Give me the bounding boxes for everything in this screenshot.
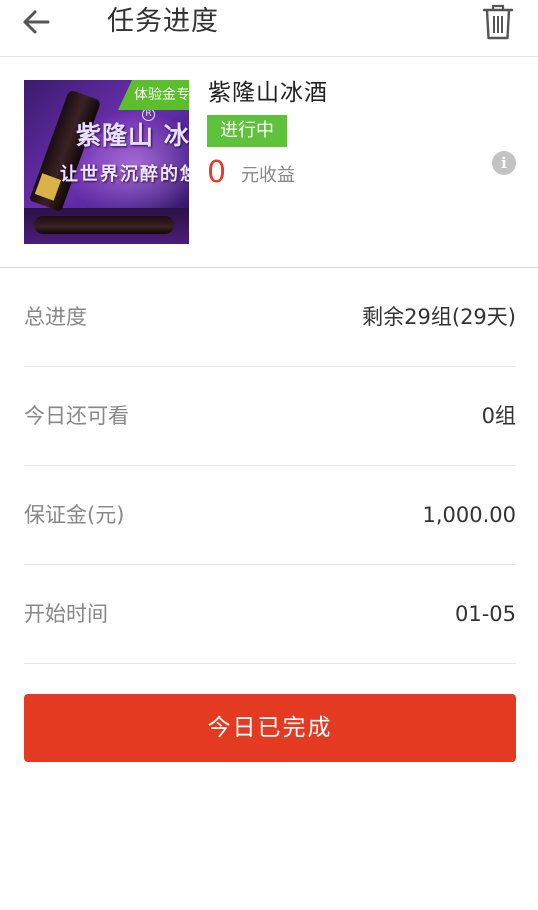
completed-today-button[interactable]: 今日已完成 [24, 694, 516, 762]
earnings-value: 0 [207, 155, 227, 190]
detail-row-deposit: 保证金(元) 1,000.00 [24, 466, 516, 565]
start-time-label: 开始时间 [24, 602, 108, 626]
product-name: 紫隆山冰酒 [208, 80, 328, 106]
status-badge: 进行中 [207, 115, 287, 147]
today-remaining-value: 0组 [481, 404, 516, 428]
detail-list: 总进度 剩余29组(29天) 今日还可看 0组 保证金(元) 1,000.00 … [24, 268, 516, 664]
deposit-label: 保证金(元) [24, 503, 125, 527]
detail-row-today-remaining: 今日还可看 0组 [24, 367, 516, 466]
task-progress-page: 任务进度 紫隆山 冰 R 让世界沉醉的悠 体验金专 紫隆山冰酒 进行中 0 元收… [0, 0, 538, 910]
lying-bottle-image [34, 216, 174, 234]
detail-row-start-time: 开始时间 01-05 [24, 565, 516, 664]
thumbnail-brand-text: 紫隆山 冰 [76, 121, 189, 150]
earnings-label: 元收益 [241, 165, 295, 186]
back-button[interactable] [20, 6, 54, 38]
product-thumbnail[interactable]: 紫隆山 冰 R 让世界沉醉的悠 体验金专 [24, 80, 189, 244]
thumbnail-slogan: 让世界沉醉的悠 [60, 164, 189, 185]
info-icon: i [501, 154, 507, 172]
today-remaining-label: 今日还可看 [24, 404, 129, 428]
detail-row-total-progress: 总进度 剩余29组(29天) [24, 268, 516, 367]
trash-icon [482, 4, 514, 40]
delete-button[interactable] [481, 2, 515, 42]
arrow-left-icon [23, 10, 50, 34]
total-progress-label: 总进度 [24, 305, 87, 329]
experience-fund-ribbon: 体验金专 [118, 80, 189, 110]
deposit-value: 1,000.00 [422, 503, 516, 527]
start-time-value: 01-05 [454, 602, 516, 626]
task-card[interactable]: 紫隆山 冰 R 让世界沉醉的悠 体验金专 紫隆山冰酒 进行中 0 元收益 i [0, 57, 538, 268]
header-bar: 任务进度 [0, 0, 538, 57]
page-title: 任务进度 [107, 6, 219, 37]
info-button[interactable]: i [492, 151, 516, 175]
total-progress-value: 剩余29组(29天) [362, 305, 516, 329]
